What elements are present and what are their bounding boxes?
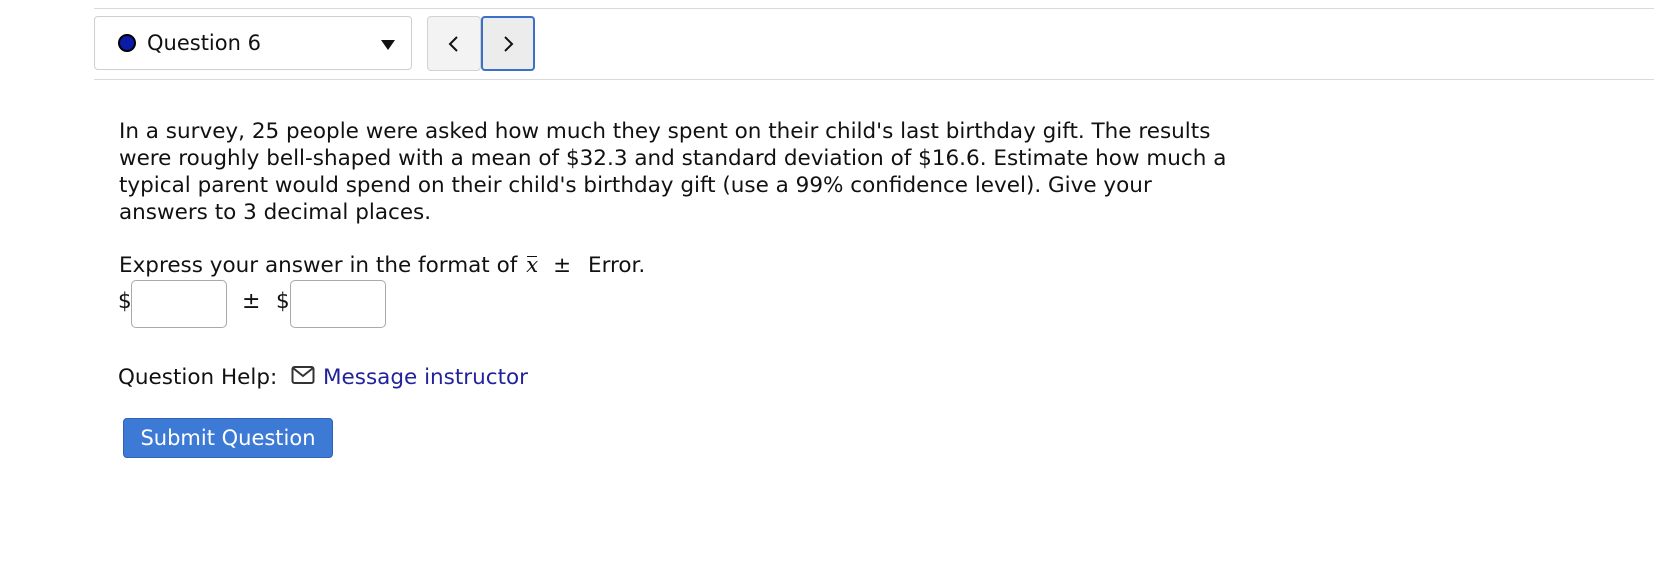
mean-answer-input[interactable]: [131, 280, 227, 328]
question-selector-label: Question 6: [147, 31, 261, 55]
submit-question-button[interactable]: Submit Question: [123, 418, 333, 458]
question-selector[interactable]: Question 6: [94, 16, 412, 70]
format-prefix: Express your answer in the format of: [119, 253, 518, 278]
answer-plus-minus: ±: [242, 289, 261, 314]
nav-divider: [94, 79, 1654, 80]
message-instructor-link[interactable]: Message instructor: [323, 364, 528, 391]
chevron-left-icon: [448, 35, 458, 52]
answer-format-instruction: Express your answer in the format of x ±…: [119, 252, 645, 279]
previous-question-button[interactable]: [427, 16, 481, 71]
error-answer-input[interactable]: [290, 280, 386, 328]
question-help-label: Question Help:: [118, 365, 278, 390]
mean-currency-symbol: $: [118, 289, 132, 314]
format-suffix: Error.: [587, 253, 646, 278]
dropdown-caret-icon: [381, 40, 395, 50]
next-question-button[interactable]: [481, 16, 535, 71]
question-text: In a survey, 25 people were asked how mu…: [119, 119, 1227, 225]
chevron-right-icon: [504, 35, 514, 52]
mail-icon: [291, 366, 315, 384]
error-currency-symbol: $: [276, 289, 290, 314]
top-divider: [94, 8, 1654, 9]
format-plus-minus: ±: [553, 253, 572, 278]
x-bar-symbol: x: [526, 253, 539, 278]
question-status-dot: [118, 34, 136, 52]
